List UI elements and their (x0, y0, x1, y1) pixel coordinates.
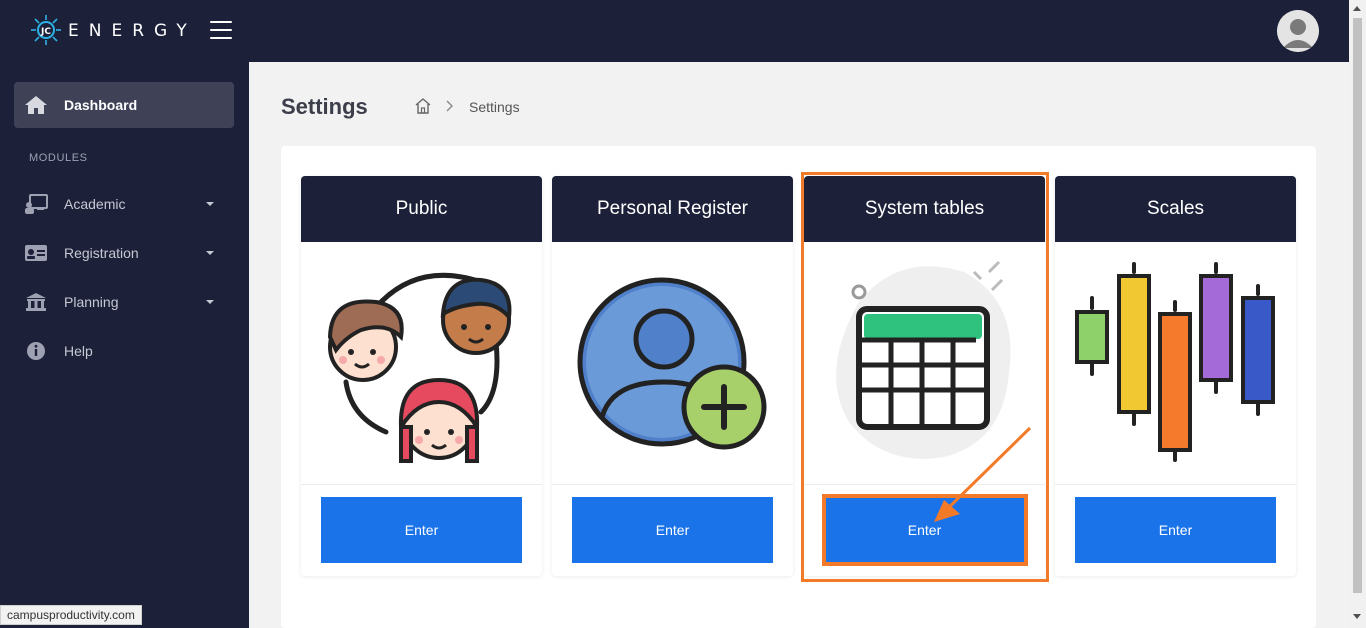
card-title: Public (301, 176, 542, 242)
home-icon (25, 96, 47, 114)
chevron-down-icon (206, 202, 214, 206)
sidebar-item-planning[interactable]: Planning (14, 282, 234, 322)
scroll-down-arrow-icon[interactable] (1353, 614, 1361, 619)
user-avatar[interactable] (1277, 10, 1319, 52)
top-bar: JC ENERGY (0, 0, 1349, 62)
chevron-right-icon (446, 100, 453, 112)
sidebar-item-label: Dashboard (64, 97, 138, 113)
app-name: ENERGY (68, 21, 197, 41)
sidebar: Dashboard MODULES Academic Registration (0, 62, 249, 628)
enter-button-scales[interactable]: Enter (1075, 497, 1276, 563)
teacher-icon (25, 194, 48, 214)
bank-icon (26, 293, 46, 311)
sidebar-item-label: Help (64, 343, 93, 359)
sidebar-section-title: MODULES (29, 152, 88, 164)
sidebar-item-label: Registration (64, 245, 139, 261)
menu-toggle-icon[interactable] (210, 21, 232, 39)
page-title: Settings (281, 94, 368, 119)
card-personal-register: Personal Register Enter (552, 176, 793, 576)
card-divider (301, 484, 542, 485)
sidebar-item-label: Planning (64, 294, 119, 310)
chevron-down-icon (206, 251, 214, 255)
sidebar-item-dashboard[interactable]: Dashboard (14, 82, 234, 128)
card-system-tables: System tables Enter (804, 176, 1045, 576)
card-divider (804, 484, 1045, 485)
energy-logo-icon[interactable]: JC (30, 14, 62, 46)
sidebar-item-label: Academic (64, 196, 126, 212)
enter-button-system-tables[interactable]: Enter (824, 497, 1025, 563)
card-divider (552, 484, 793, 485)
svg-text:JC: JC (40, 27, 51, 37)
table-icon (836, 260, 1011, 459)
breadcrumb-current: Settings (469, 99, 520, 115)
card-title: Scales (1055, 176, 1296, 242)
sidebar-item-registration[interactable]: Registration (14, 233, 234, 273)
enter-button-personal-register[interactable]: Enter (572, 497, 773, 563)
card-divider (1055, 484, 1296, 485)
sidebar-item-academic[interactable]: Academic (14, 184, 234, 224)
card-scales: Scales Enter (1055, 176, 1296, 576)
card-title: Personal Register (552, 176, 793, 242)
card-public: Public Enter (301, 176, 542, 576)
add-user-icon (577, 277, 767, 450)
info-icon (27, 342, 45, 360)
chevron-down-icon (206, 300, 214, 304)
sidebar-item-help[interactable]: Help (14, 331, 234, 371)
card-title: System tables (804, 176, 1045, 242)
id-card-icon (25, 245, 47, 261)
enter-button-public[interactable]: Enter (321, 497, 522, 563)
people-group-icon (327, 272, 512, 463)
scroll-up-arrow-icon[interactable] (1353, 6, 1361, 11)
breadcrumb-home-icon[interactable] (414, 97, 432, 115)
scroll-thumb[interactable] (1353, 18, 1362, 593)
user-icon (1277, 10, 1319, 52)
status-bar-url: campusproductivity.com (0, 605, 142, 625)
scrollbar[interactable] (1349, 0, 1366, 628)
scale-bars-icon (1075, 262, 1275, 462)
